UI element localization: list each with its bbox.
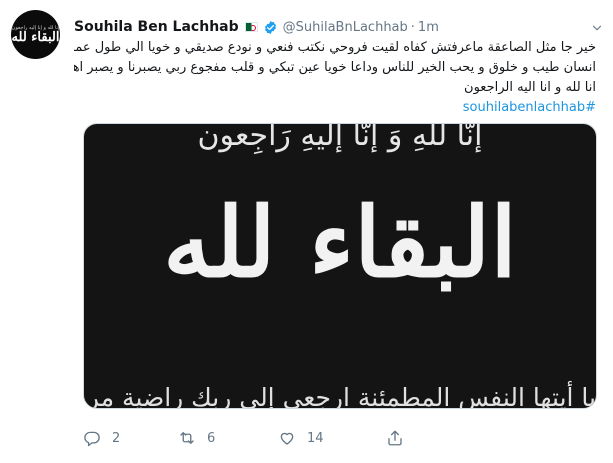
tweet-time[interactable]: 1m [418, 20, 439, 35]
avatar[interactable]: إنا لله و إنا إليه راجعون البقاء لله [11, 10, 60, 59]
share-button[interactable] [386, 428, 404, 448]
tweet-image[interactable]: إنّا للهِ وَ إنّا إليهِ رَاجِعون البقاء … [83, 123, 597, 409]
image-bottom-text: يا أيتها النفس المطمئنة ارجعي إلى ربك را… [83, 383, 596, 409]
tweet-header: Souhila Ben Lachhab @SuhilaBnLachhab · 1… [74, 17, 439, 37]
retweet-button[interactable]: 6 [178, 428, 215, 448]
heart-icon [280, 432, 294, 445]
tweet-actions: 2 6 14 [83, 428, 603, 448]
tweet-text-line: خير جا مثل الصاعقة ماعرفتش كفاه لقيت فرو… [74, 40, 596, 55]
display-name[interactable]: Souhila Ben Lachhab [74, 19, 239, 35]
retweet-icon [180, 432, 194, 444]
tweet[interactable]: إنا لله و إنا إليه راجعون البقاء لله Sou… [0, 0, 613, 463]
reply-icon [84, 431, 100, 447]
tweet-text: خير جا مثل الصاعقة ماعرفتش كفاه لقيت فرو… [74, 38, 596, 118]
image-main-text: البقاء لله [163, 186, 517, 299]
user-handle[interactable]: @SuhilaBnLachhab [283, 20, 408, 35]
chevron-down-icon[interactable] [590, 21, 604, 35]
share-icon [388, 430, 402, 446]
like-count: 14 [307, 430, 324, 446]
meta-separator: · [410, 19, 415, 35]
hashtag-link[interactable]: #souhilabenlachhab [74, 98, 596, 118]
tweet-text-line: انا لله و انا اليه الراجعون [464, 80, 596, 95]
avatar-title: البقاء لله [11, 29, 60, 45]
image-top-text: إنّا للهِ وَ إنّا إليهِ رَاجِعون [197, 123, 483, 153]
tweet-text-line: انسان طيب و خلوق و يحب الخير للناس وداعا… [74, 60, 596, 75]
reply-button[interactable]: 2 [83, 428, 120, 448]
verified-badge-icon [264, 20, 276, 34]
retweet-count: 6 [207, 430, 216, 446]
like-button[interactable]: 14 [278, 428, 324, 448]
reply-count: 2 [112, 430, 121, 446]
algeria-flag-icon [244, 22, 258, 32]
